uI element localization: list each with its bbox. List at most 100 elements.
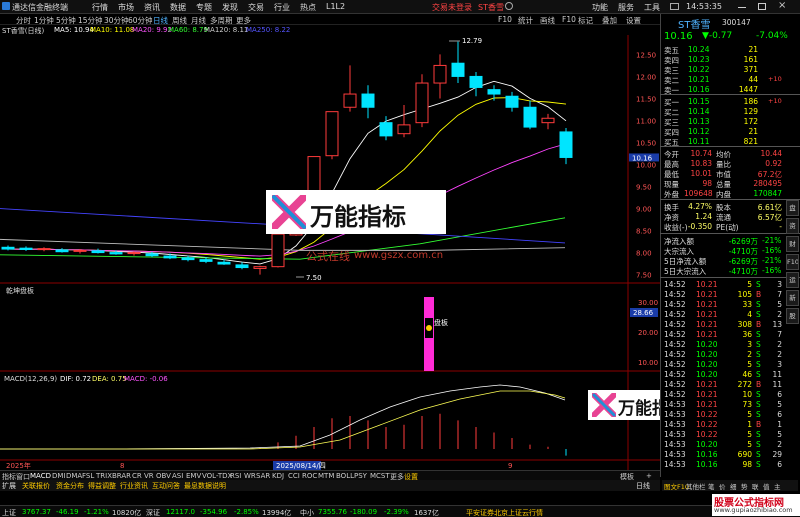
menu-item-news[interactable]: 资讯 xyxy=(144,2,160,13)
candle-body[interactable] xyxy=(505,95,519,108)
indicator-tab[interactable]: MTM xyxy=(318,472,334,480)
candle-body[interactable] xyxy=(217,261,231,265)
menu-item-discover[interactable]: 发现 xyxy=(222,2,238,13)
quote-footer-tab[interactable]: 细 xyxy=(730,481,737,491)
quote-footer-tab[interactable]: 价 xyxy=(719,481,726,491)
quote-footer-tab[interactable]: 笔 xyxy=(708,481,715,491)
tool-service[interactable]: 服务 xyxy=(618,2,634,13)
menu-item-industry[interactable]: 行业 xyxy=(274,2,290,13)
menu-item-hq[interactable]: 行情 xyxy=(92,2,108,13)
close-icon[interactable]: × xyxy=(778,0,786,11)
menu-item-data[interactable]: 数据 xyxy=(170,2,186,13)
menu-item-topic[interactable]: 专题 xyxy=(196,2,212,13)
indicator-tab[interactable]: VOL-TDX xyxy=(202,472,232,480)
side-tab[interactable]: F10 xyxy=(786,254,799,270)
indicator-tab[interactable]: ASI xyxy=(172,472,183,480)
indicator-tab[interactable]: TRIX xyxy=(96,472,112,480)
candle-body[interactable] xyxy=(37,248,51,251)
indicator-tab[interactable]: MACD xyxy=(30,472,51,480)
extension-tab[interactable]: 互动问答 xyxy=(152,481,180,491)
indicator-tab[interactable]: KDJ xyxy=(272,472,284,480)
candle-body[interactable] xyxy=(559,131,573,158)
indicator-tab[interactable]: RSI xyxy=(230,472,241,480)
indicator-tab[interactable]: PSY xyxy=(354,472,367,480)
candle-body[interactable] xyxy=(487,89,501,95)
quote-footer-tab[interactable]: 主 xyxy=(774,481,781,491)
maximize-icon[interactable] xyxy=(758,3,766,10)
indicator-tab[interactable]: BOLL xyxy=(336,472,354,480)
indicator-tab[interactable]: DMA xyxy=(66,472,82,480)
extension-tab[interactable]: 得益调整 xyxy=(88,481,116,491)
candle-body[interactable] xyxy=(73,249,87,252)
quote-footer-tab[interactable]: 联 xyxy=(752,481,759,491)
extension-tab[interactable]: 关联报价 xyxy=(22,481,50,491)
tool-tools[interactable]: 工具 xyxy=(644,2,660,13)
indicator-tab[interactable]: VR xyxy=(144,472,154,480)
indicator-tab[interactable]: OBV xyxy=(156,472,171,480)
candle-body[interactable] xyxy=(145,253,159,257)
candle-body[interactable] xyxy=(361,93,375,108)
menu-item-hot[interactable]: 热点 xyxy=(300,2,316,13)
candle-body[interactable] xyxy=(199,259,213,262)
index-zx-label[interactable]: 中小 xyxy=(300,508,314,517)
candle-body[interactable] xyxy=(253,266,267,269)
index-sz-label[interactable]: 深证 xyxy=(146,508,160,517)
extension-tab[interactable]: 最息数据说明 xyxy=(184,481,226,491)
side-tab[interactable]: 资 xyxy=(786,218,799,234)
candle-body[interactable] xyxy=(343,93,357,108)
indicator-tab[interactable]: FSL xyxy=(82,472,94,480)
side-tab[interactable]: 盘 xyxy=(786,200,799,216)
candle-body[interactable] xyxy=(163,255,177,259)
minimize-icon[interactable] xyxy=(738,7,746,8)
menu-item-l1l2[interactable]: L1L2 xyxy=(326,2,345,11)
side-tab[interactable]: 财 xyxy=(786,236,799,252)
candle-body[interactable] xyxy=(325,111,339,157)
candle-body[interactable] xyxy=(541,117,555,124)
indicator-tab[interactable]: EMV xyxy=(186,472,201,480)
candle-body[interactable] xyxy=(523,106,537,128)
candle-body[interactable] xyxy=(91,250,105,254)
index-sh-label[interactable]: 上证 xyxy=(2,508,16,517)
indicator-tab[interactable]: SAR xyxy=(256,472,270,480)
candle-body[interactable] xyxy=(451,62,465,77)
menu-item-trade[interactable]: 交易 xyxy=(248,2,264,13)
candle-body[interactable] xyxy=(271,233,285,268)
candle-body[interactable] xyxy=(109,252,123,255)
candle-body[interactable] xyxy=(1,246,15,250)
candle-body[interactable] xyxy=(181,257,195,261)
candle-body[interactable] xyxy=(19,247,33,250)
side-tab[interactable]: 运 xyxy=(786,272,799,288)
candle-body[interactable] xyxy=(127,252,141,255)
quote-footer-tab[interactable]: 其他栏 xyxy=(686,481,706,491)
search-icon[interactable] xyxy=(505,2,513,10)
candle-body[interactable] xyxy=(469,75,483,88)
candle-body[interactable] xyxy=(397,124,411,135)
login-status[interactable]: 交易未登录 xyxy=(432,2,472,13)
side-tab[interactable]: 新 xyxy=(786,290,799,306)
indicator-tab[interactable]: WR xyxy=(244,472,256,480)
indicator-tab[interactable]: CR xyxy=(132,472,142,480)
menu-item-market[interactable]: 市场 xyxy=(118,2,134,13)
indicator-tab[interactable]: CCI xyxy=(288,472,300,480)
quote-footer-tab[interactable]: 势 xyxy=(741,481,748,491)
mail-icon[interactable] xyxy=(670,3,679,10)
candle-body[interactable] xyxy=(433,64,447,84)
candle-body[interactable] xyxy=(415,82,429,124)
extension-tab[interactable]: 扩展 xyxy=(2,481,16,491)
add-button[interactable]: + xyxy=(646,472,652,480)
candle-body[interactable] xyxy=(55,249,69,253)
tool-func[interactable]: 功能 xyxy=(592,2,608,13)
indicator-tab[interactable]: DMI xyxy=(52,472,66,480)
toolbar-f10b[interactable]: F10 xyxy=(562,15,576,24)
extension-tab[interactable]: 行业资讯 xyxy=(120,481,148,491)
quote-footer-tab[interactable]: 值 xyxy=(763,481,770,491)
candle-body[interactable] xyxy=(235,264,249,269)
indicator-tab[interactable]: MCST xyxy=(370,472,390,480)
extension-tab[interactable]: 资金分布 xyxy=(56,481,84,491)
indicator-tab[interactable]: ROC xyxy=(302,472,317,480)
side-tab[interactable]: 股 xyxy=(786,308,799,324)
candle-body[interactable] xyxy=(379,122,393,137)
toolbar-f10[interactable]: F10 xyxy=(498,15,512,24)
indicator-tab[interactable]: BRAR xyxy=(112,472,131,480)
tick-count: 1 xyxy=(777,420,782,429)
